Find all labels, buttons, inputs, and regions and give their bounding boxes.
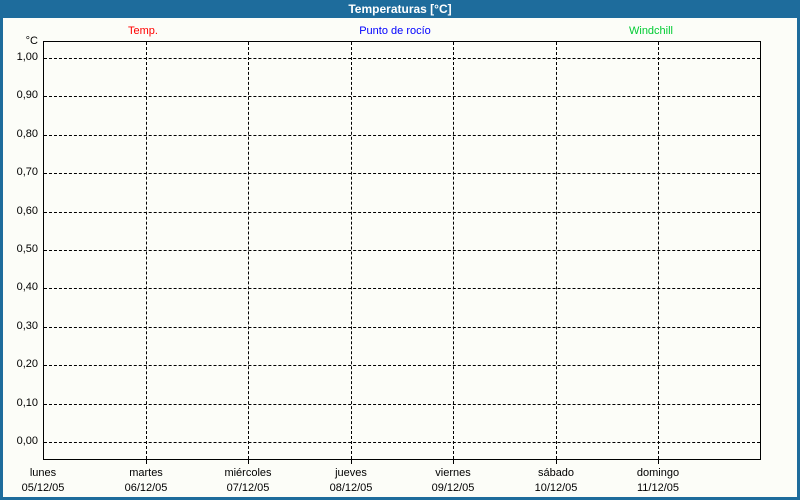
gridline-horizontal: [44, 173, 760, 174]
y-tick-label: 0,70: [0, 166, 38, 179]
x-day-name: domingo: [607, 466, 709, 481]
legend-item-temp: Temp.: [128, 25, 158, 37]
gridline-vertical: [146, 42, 147, 459]
x-day-date: 05/12/05: [0, 481, 94, 496]
gridline-horizontal: [44, 212, 760, 213]
x-axis-tick: [248, 458, 249, 464]
gridline-horizontal: [44, 442, 760, 443]
x-day-name: jueves: [300, 466, 402, 481]
y-tick-label: 0,20: [0, 358, 38, 371]
x-day-label: miércoles07/12/05: [197, 466, 299, 496]
x-day-date: 08/12/05: [300, 481, 402, 496]
x-day-label: lunes05/12/05: [0, 466, 94, 496]
x-axis-tick: [556, 458, 557, 464]
x-day-label: viernes09/12/05: [402, 466, 504, 496]
gridline-vertical: [351, 42, 352, 459]
x-day-date: 09/12/05: [402, 481, 504, 496]
chart-title: Temperaturas [°C]: [348, 2, 451, 16]
x-day-date: 06/12/05: [95, 481, 197, 496]
y-tick-label: 0,60: [0, 205, 38, 218]
x-day-name: lunes: [0, 466, 94, 481]
gridline-horizontal: [44, 365, 760, 366]
gridline-horizontal: [44, 96, 760, 97]
x-day-name: martes: [95, 466, 197, 481]
x-day-label: martes06/12/05: [95, 466, 197, 496]
y-tick-label: 0,90: [0, 89, 38, 102]
x-day-label: sábado10/12/05: [505, 466, 607, 496]
gridline-horizontal: [44, 58, 760, 59]
x-day-label: domingo11/12/05: [607, 466, 709, 496]
y-tick-label: 0,00: [0, 435, 38, 448]
gridline-horizontal: [44, 288, 760, 289]
x-day-name: viernes: [402, 466, 504, 481]
x-day-date: 07/12/05: [197, 481, 299, 496]
y-tick-label: 0,30: [0, 320, 38, 333]
y-tick-label: 0,10: [0, 397, 38, 410]
gridline-horizontal: [44, 135, 760, 136]
x-axis-tick: [351, 458, 352, 464]
x-axis-tick: [453, 458, 454, 464]
y-tick-label: 0,40: [0, 281, 38, 294]
legend-item-dew-point: Punto de rocío: [359, 25, 431, 37]
x-day-date: 11/12/05: [607, 481, 709, 496]
x-day-name: miércoles: [197, 466, 299, 481]
x-axis-tick: [146, 458, 147, 464]
x-day-date: 10/12/05: [505, 481, 607, 496]
plot-area: [43, 41, 761, 460]
gridline-horizontal: [44, 250, 760, 251]
gridline-vertical: [453, 42, 454, 459]
x-day-name: sábado: [505, 466, 607, 481]
gridline-vertical: [658, 42, 659, 459]
x-axis-tick: [658, 458, 659, 464]
gridline-horizontal: [44, 327, 760, 328]
y-axis-unit-label: °C: [0, 35, 38, 48]
gridline-horizontal: [44, 404, 760, 405]
y-tick-label: 0,80: [0, 128, 38, 141]
y-tick-label: 1,00: [0, 51, 38, 64]
chart-title-bar: Temperaturas [°C]: [0, 0, 800, 18]
temperature-chart-window: Temperaturas [°C] Temp. Punto de rocío W…: [0, 0, 800, 500]
x-day-label: jueves08/12/05: [300, 466, 402, 496]
y-tick-label: 0,50: [0, 243, 38, 256]
legend-item-windchill: Windchill: [629, 25, 673, 37]
gridline-vertical: [556, 42, 557, 459]
gridline-vertical: [248, 42, 249, 459]
